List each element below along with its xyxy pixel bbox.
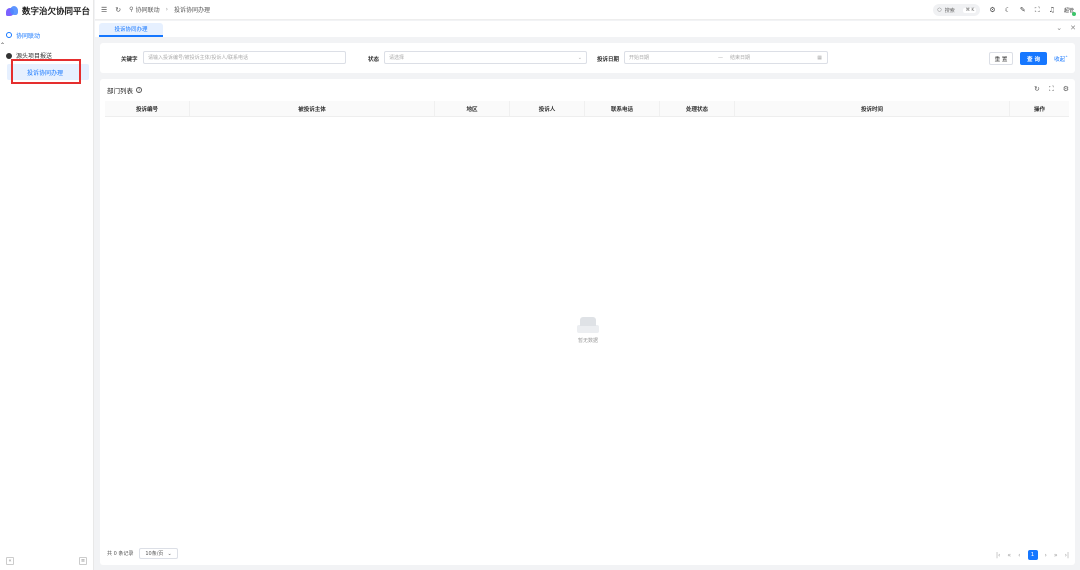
last-page-icon[interactable]: ›|	[1065, 552, 1069, 559]
chevron-up-icon: ˄	[1065, 55, 1068, 62]
page-size-select[interactable]: 10条/页 ⌄	[139, 548, 178, 559]
collapse-label: 收起	[1054, 56, 1066, 63]
menu-icon[interactable]: ☰	[101, 6, 107, 14]
topbar: ☰ ↻ ⚲ 协同联动 › 投诉协同办理 ○ 搜索 ⌘ K ⚙ ☾ ✎ ⛶ ♫ 超…	[95, 0, 1080, 20]
status-label: 状态	[368, 57, 380, 63]
fullscreen-icon[interactable]: ⛶	[1035, 6, 1040, 15]
chevron-down-icon: ⌄	[167, 550, 172, 557]
table-head: 投诉编号 被投诉主体 地区 投诉人 联系电话 处理状态 投诉时间 操作	[105, 101, 1069, 117]
column-header: 投诉编号	[105, 101, 190, 116]
filter-panel: 关键字 请输入投诉编号/被投诉主体/投诉人/联系电话 状态 请选择 ⌄ 投诉日期…	[100, 43, 1075, 73]
fullscreen-icon[interactable]: ⛶	[1049, 85, 1054, 94]
prev-page-icon[interactable]: ‹	[1018, 552, 1020, 559]
reset-button[interactable]: 重 置	[989, 52, 1013, 65]
status-select[interactable]: 请选择 ⌄	[384, 51, 587, 64]
menu-toggle-icon[interactable]: ≡	[79, 557, 87, 565]
app-title: 数字治欠协同平台	[22, 7, 91, 17]
sidebar: 数字治欠协同平台 协同联动 ⌃ 源头项目报送 投诉协同办理 « ≡	[0, 0, 94, 570]
column-header: 地区	[435, 101, 510, 116]
breadcrumb-separator: ›	[165, 6, 168, 13]
keyword-label: 关键字	[121, 57, 138, 63]
menu-group-label: 协同联动	[16, 32, 41, 40]
date-range-picker[interactable]: 开始日期 — 结束日期 ▦	[624, 51, 828, 64]
chevron-down-icon[interactable]: ⌄	[1056, 24, 1062, 32]
status-placeholder: 请选择	[389, 55, 405, 61]
refresh-icon[interactable]: ↻	[1034, 85, 1040, 94]
date-separator: —	[718, 54, 723, 61]
next-group-icon[interactable]: »	[1054, 552, 1058, 559]
pagination-summary: 共 0 条记录 10条/页 ⌄	[107, 548, 178, 559]
table-panel: 部门列表 ? ↻ ⛶ ⚙ 投诉编号 被投诉主体 地区 投诉人 联系电话 处理状态…	[100, 79, 1075, 565]
date-end-placeholder: 结束日期	[730, 55, 751, 61]
link-icon: ⚲	[129, 6, 134, 13]
collapse-sidebar-icon[interactable]: «	[6, 557, 14, 565]
breadcrumb: ⚲ 协同联动 › 投诉协同办理	[129, 5, 210, 14]
moon-icon[interactable]: ☾	[1005, 6, 1011, 14]
user-avatar[interactable]: 超管	[1064, 7, 1077, 16]
table-toolbar: ↻ ⛶ ⚙	[1034, 85, 1069, 94]
tab-complaint[interactable]: 投诉协同办理	[99, 23, 163, 37]
logo-icon	[6, 5, 18, 17]
bell-icon[interactable]: ♫	[1049, 6, 1055, 14]
prev-group-icon[interactable]: «	[1007, 552, 1011, 559]
empty-state: 暂无数据	[563, 315, 613, 344]
pagination: |‹ « ‹ 1 › » ›|	[996, 550, 1069, 560]
help-icon[interactable]: ?	[136, 87, 142, 93]
date-label: 投诉日期	[597, 57, 620, 63]
chevron-up-icon[interactable]: ⌃	[0, 42, 5, 49]
next-page-icon[interactable]: ›	[1045, 552, 1047, 559]
page-size-value: 10条/页	[145, 551, 164, 557]
collapse-button[interactable]: 收起 ˄	[1050, 52, 1072, 65]
date-start-placeholder: 开始日期	[629, 55, 650, 61]
first-page-icon[interactable]: |‹	[996, 552, 1000, 559]
table-title: 部门列表	[107, 87, 133, 95]
column-header: 联系电话	[585, 101, 660, 116]
chevron-down-icon: ⌄	[577, 54, 582, 61]
sidebar-footer: « ≡	[6, 557, 87, 565]
tab-actions: ⌄ ✕	[1056, 24, 1076, 32]
column-header: 投诉时间	[735, 101, 1010, 116]
column-header: 操作	[1033, 106, 1045, 113]
menu-group-collaboration[interactable]: 协同联动	[0, 28, 93, 42]
settings-icon[interactable]: ⚙	[1063, 85, 1069, 94]
keyword-placeholder: 请输入投诉编号/被投诉主体/投诉人/联系电话	[148, 55, 249, 61]
refresh-icon[interactable]: ↻	[115, 6, 121, 14]
column-header: 投诉人	[510, 101, 585, 116]
calendar-icon: ▦	[817, 54, 822, 61]
global-search-button[interactable]: ○ 搜索 ⌘ K	[933, 4, 981, 16]
table-header: 部门列表 ?	[107, 85, 142, 95]
page-number[interactable]: 1	[1027, 550, 1038, 560]
link-icon	[6, 32, 12, 38]
column-header: 处理状态	[660, 101, 735, 116]
total-count: 共 0 条记录	[107, 551, 134, 557]
app-logo: 数字治欠协同平台	[0, 0, 93, 22]
close-icon[interactable]: ✕	[1070, 24, 1076, 32]
settings-icon[interactable]: ⚙	[989, 6, 995, 14]
search-icon: ○	[937, 7, 942, 13]
search-shortcut: ⌘ K	[963, 7, 977, 13]
tab-bar: 投诉协同办理 ⌄ ✕	[95, 21, 1080, 37]
keyword-input[interactable]: 请输入投诉编号/被投诉主体/投诉人/联系电话	[143, 51, 346, 64]
topbar-actions: ○ 搜索 ⌘ K ⚙ ☾ ✎ ⛶ ♫ 超管	[933, 4, 1077, 16]
highlight-annotation	[11, 59, 81, 84]
translate-icon[interactable]: ✎	[1020, 6, 1026, 14]
empty-box-icon	[575, 315, 601, 333]
breadcrumb-item: 投诉协同办理	[173, 7, 210, 14]
column-header: 被投诉主体	[190, 101, 435, 116]
search-label: 搜索	[944, 7, 955, 14]
query-button[interactable]: 查 询	[1020, 52, 1047, 65]
circle-icon	[6, 52, 12, 59]
breadcrumb-item[interactable]: 协同联动	[136, 5, 160, 14]
empty-text: 暂无数据	[577, 338, 598, 344]
